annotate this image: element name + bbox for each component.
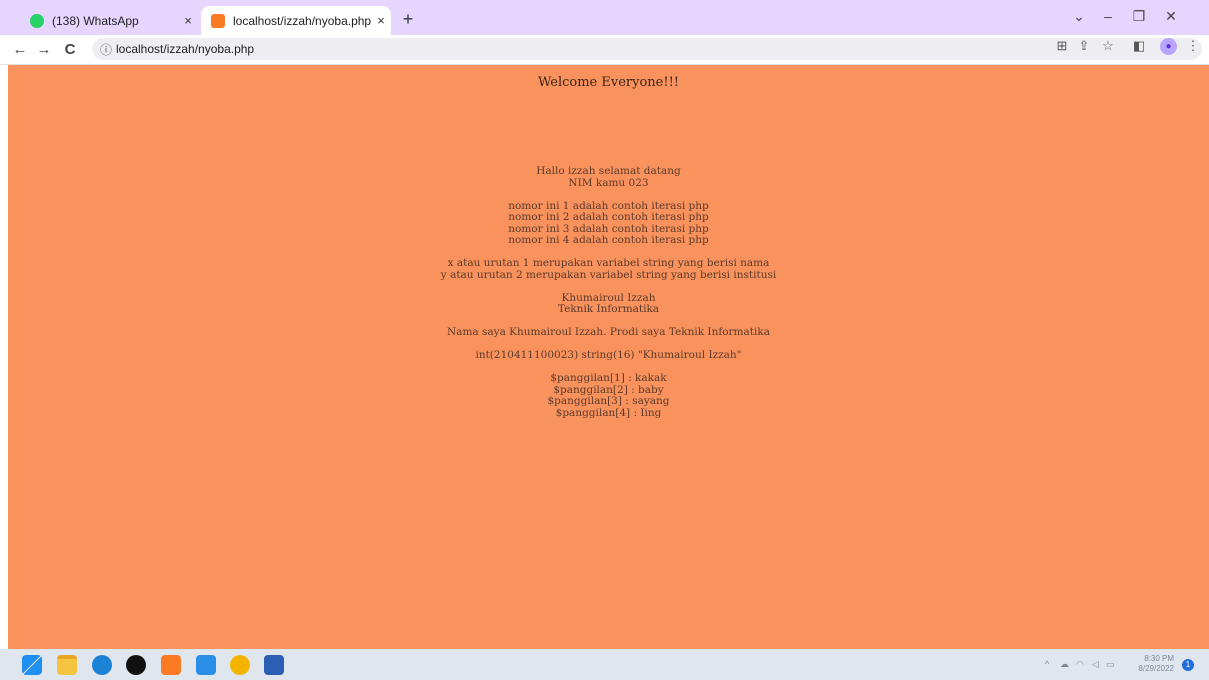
tray-chevron-icon[interactable]: ^ <box>1045 659 1049 669</box>
url-text[interactable]: localhost/izzah/nyoba.php <box>116 42 254 56</box>
tiktok-icon[interactable] <box>126 655 146 675</box>
onedrive-icon[interactable]: ☁ <box>1060 659 1069 670</box>
nim-line: NIM kamu 023 <box>568 176 649 189</box>
close-window-button[interactable]: ✕ <box>1157 8 1185 25</box>
vscode-icon[interactable] <box>196 655 216 675</box>
clock[interactable]: 8:30 PM 8/29/2022 <box>1128 654 1174 674</box>
browser-toolbar: ← → C ⓘ localhost/izzah/nyoba.php ⊞ ⇪ ☆ … <box>0 35 1209 65</box>
wifi-icon[interactable]: ◠ <box>1076 659 1084 670</box>
variable-x-line: x atau urutan 1 merupakan variabel strin… <box>447 257 770 269</box>
profile-avatar-icon[interactable]: ● <box>1160 38 1177 55</box>
word-icon[interactable] <box>264 655 284 675</box>
var-dump-line: int(210411100023) string(16) "Khumairoul… <box>475 349 742 361</box>
variable-y-line: y atau urutan 2 merupakan variabel strin… <box>440 268 777 281</box>
translate-icon[interactable]: ⊞ <box>1052 38 1072 54</box>
volume-icon[interactable]: ◁ <box>1092 659 1099 670</box>
xampp-icon[interactable] <box>161 655 181 675</box>
browser-menu-icon[interactable]: ⋮ <box>1183 38 1203 54</box>
page-heading: Welcome Everyone!!! <box>537 75 680 90</box>
close-tab-icon[interactable]: × <box>371 13 391 28</box>
battery-icon[interactable]: ▭ <box>1106 659 1115 670</box>
prodi-line: Teknik Informatika <box>557 303 660 315</box>
file-explorer-icon[interactable] <box>57 655 77 675</box>
panggilan-line: $panggilan[3] : sayang <box>547 395 670 407</box>
tab-whatsapp[interactable]: (138) WhatsApp × <box>20 6 198 35</box>
xampp-icon <box>211 13 225 28</box>
notification-badge[interactable]: 1 <box>1182 659 1194 671</box>
greeting-line: Hallo izzah selamat datang <box>536 165 681 177</box>
iteration-line: nomor ini 4 adalah contoh iterasi php <box>508 234 709 246</box>
side-panel-icon[interactable]: ◧ <box>1129 38 1149 54</box>
tab-strip: (138) WhatsApp × localhost/izzah/nyoba.p… <box>0 0 1209 35</box>
clock-date: 8/29/2022 <box>1138 664 1174 673</box>
edge-icon[interactable] <box>92 655 112 675</box>
iteration-line: nomor ini 2 adalah contoh iterasi php <box>508 211 709 223</box>
taskbar: ^ ☁ ◠ ◁ ▭ 8:30 PM 8/29/2022 1 <box>0 649 1209 680</box>
page-content: Welcome Everyone!!! Hallo izzah selamat … <box>8 65 1209 649</box>
sentence-line: Nama saya Khumairoul Izzah. Prodi saya T… <box>447 326 770 338</box>
share-icon[interactable]: ⇪ <box>1074 38 1094 54</box>
clock-time: 8:30 PM <box>1144 654 1174 663</box>
site-info-icon[interactable]: ⓘ <box>100 41 112 58</box>
address-bar[interactable]: ⓘ localhost/izzah/nyoba.php <box>92 38 1202 60</box>
minimize-button[interactable]: – <box>1094 8 1122 24</box>
panggilan-line: $panggilan[1] : kakak <box>550 372 667 384</box>
tab-title: localhost/izzah/nyoba.php <box>233 13 372 28</box>
close-tab-icon[interactable]: × <box>178 13 198 28</box>
tab-localhost[interactable]: localhost/izzah/nyoba.php × <box>201 6 391 35</box>
whatsapp-icon <box>30 13 44 28</box>
back-button[interactable]: ← <box>10 41 30 58</box>
tab-search-icon[interactable]: ⌄ <box>1065 8 1093 25</box>
panggilan-line: $panggilan[4] : Iing <box>555 406 662 419</box>
new-tab-button[interactable]: + <box>398 9 418 30</box>
tab-title: (138) WhatsApp <box>52 13 139 28</box>
forward-button[interactable]: → <box>34 41 54 58</box>
chrome-canary-icon[interactable] <box>230 655 250 675</box>
output-text: Hallo izzah selamat datang NIM kamu 023 … <box>8 165 1209 419</box>
windows-start-icon[interactable] <box>22 655 42 675</box>
bookmark-star-icon[interactable]: ☆ <box>1098 38 1118 54</box>
reload-button[interactable]: C <box>60 41 80 58</box>
restore-button[interactable]: ❐ <box>1125 8 1153 25</box>
